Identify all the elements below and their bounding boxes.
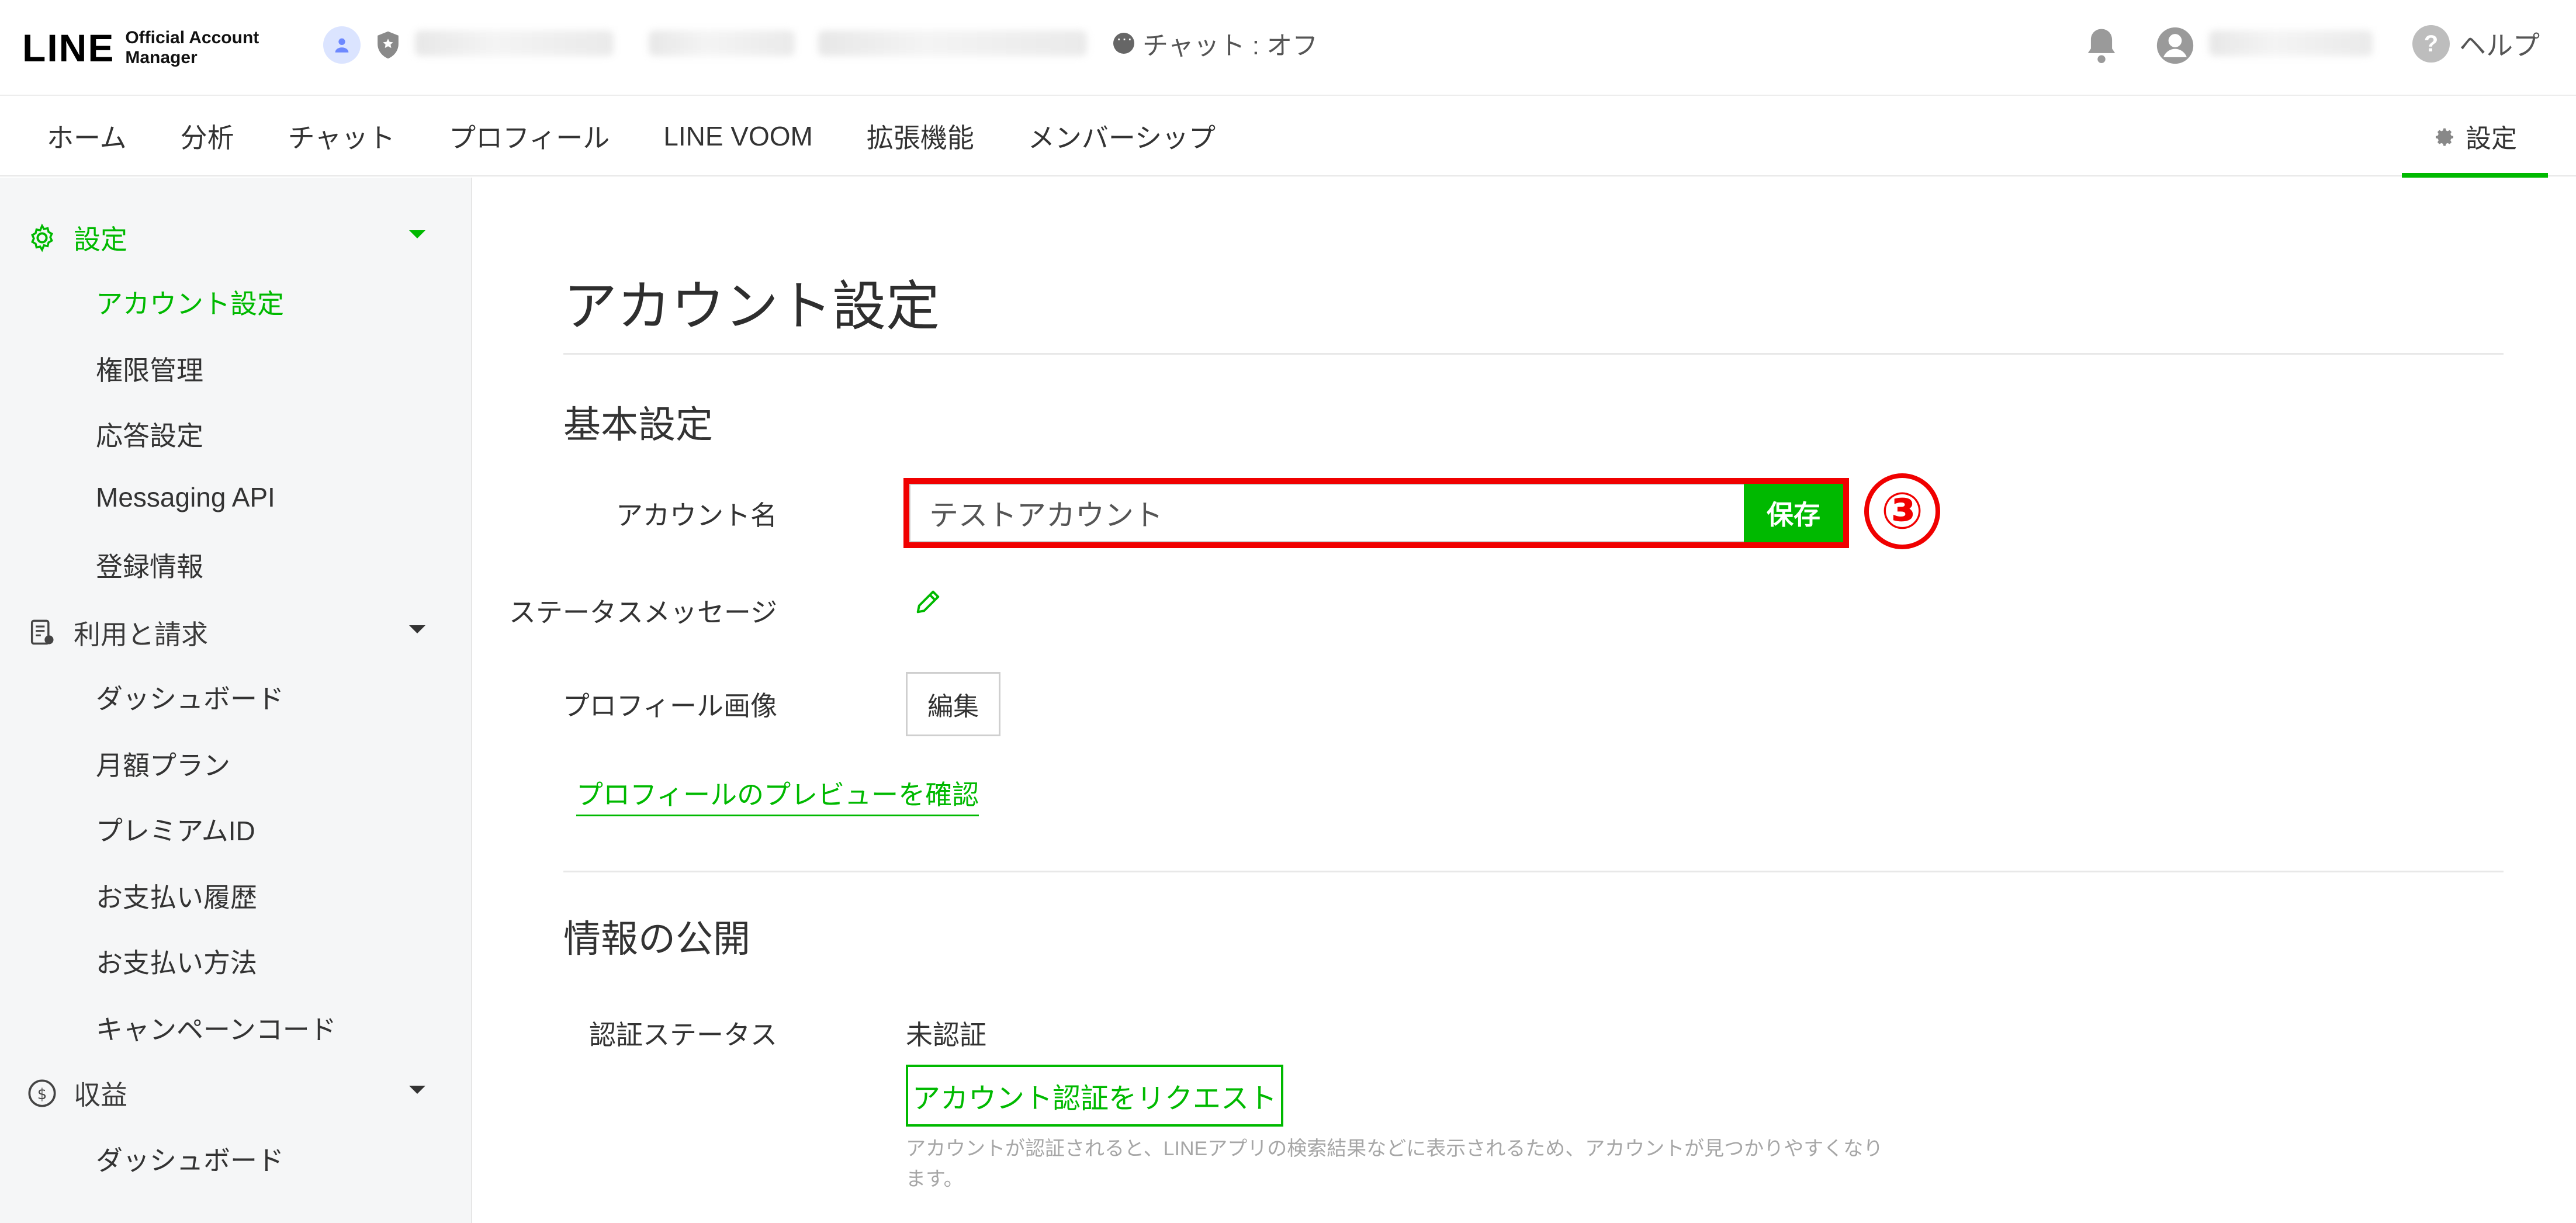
- profile-image-label: プロフィール画像: [562, 691, 777, 721]
- sidebar-item-campaign-code[interactable]: キャンペーンコード: [96, 1009, 337, 1047]
- nav-membership[interactable]: メンバーシップ: [1028, 117, 1216, 155]
- nav-line-voom[interactable]: LINE VOOM: [663, 120, 813, 152]
- chevron-down-icon: [409, 230, 425, 238]
- dollar-circle-icon: $: [28, 1079, 56, 1107]
- title-divider: [563, 353, 2504, 355]
- app-logo[interactable]: LINE Official Account Manager: [22, 22, 259, 74]
- active-tab-indicator: [2402, 173, 2548, 178]
- sidebar: 設定 アカウント設定 権限管理 応答設定 Messaging API 登録情報 …: [0, 178, 472, 1223]
- logo-subtitle-line1: Official Account: [125, 28, 259, 47]
- step-3-callout: ③: [1864, 473, 1940, 549]
- logo-subtitle-line2: Manager: [125, 48, 198, 67]
- account-id-blurred: [649, 30, 795, 56]
- logo-subtitle: Official Account Manager: [125, 28, 259, 68]
- nav-home[interactable]: ホーム: [47, 117, 127, 155]
- svg-text:$: $: [37, 1086, 47, 1103]
- sidebar-item-permissions[interactable]: 権限管理: [96, 349, 203, 388]
- pencil-icon[interactable]: [913, 587, 943, 617]
- save-button[interactable]: 保存: [1744, 484, 1843, 542]
- help-icon: ?: [2412, 25, 2450, 63]
- person-icon: [335, 38, 349, 53]
- help-label: ヘルプ: [2459, 30, 2540, 61]
- account-name-label: アカウント名: [616, 500, 777, 531]
- user-name-blurred: [2209, 30, 2373, 56]
- invoice-icon: [30, 619, 54, 645]
- nav-profile[interactable]: プロフィール: [449, 117, 610, 155]
- logo-line-text: LINE: [22, 26, 115, 70]
- user-avatar-icon[interactable]: [2155, 26, 2195, 65]
- profile-preview-link[interactable]: プロフィールのプレビューを確認: [576, 774, 979, 816]
- account-name-input[interactable]: テストアカウント: [909, 484, 1744, 542]
- page-title: アカウント設定: [563, 277, 940, 337]
- sidebar-item-registration-info[interactable]: 登録情報: [96, 546, 203, 584]
- account-extra-blurred: [818, 30, 1087, 56]
- edit-profile-image-button[interactable]: 編集: [906, 672, 1000, 736]
- sidebar-section-billing[interactable]: 利用と請求: [27, 614, 425, 652]
- nav-chat[interactable]: チャット: [288, 117, 396, 155]
- account-avatar-icon[interactable]: [323, 26, 361, 64]
- status-message-label: ステータスメッセージ: [508, 597, 777, 628]
- sidebar-item-premium-id[interactable]: プレミアムID: [96, 810, 255, 848]
- verification-status-label: 認証ステータス: [589, 1020, 777, 1050]
- section-public-info: 情報の公開: [563, 918, 750, 960]
- sidebar-item-revenue-dashboard[interactable]: ダッシュボード: [96, 1139, 284, 1178]
- help-link[interactable]: ? ヘルプ: [2412, 25, 2540, 63]
- chat-status-text: チャット : オフ: [1142, 32, 1318, 60]
- verified-shield-icon: [378, 31, 399, 59]
- sidebar-section-settings[interactable]: 設定: [27, 219, 425, 257]
- sidebar-item-response-settings[interactable]: 応答設定: [96, 415, 203, 453]
- sidebar-item-payment-method[interactable]: お支払い方法: [96, 942, 257, 981]
- sidebar-section-billing-label: 利用と請求: [74, 619, 208, 650]
- chat-status[interactable]: チャット : オフ: [1113, 25, 1318, 62]
- gear-icon: [2436, 128, 2453, 146]
- section-divider: [563, 871, 2504, 872]
- request-verification-button[interactable]: アカウント認証をリクエスト: [906, 1065, 1283, 1127]
- top-header: LINE Official Account Manager チャット : オフ …: [0, 0, 2576, 96]
- sidebar-section-revenue[interactable]: $ 収益: [27, 1074, 425, 1113]
- chevron-down-icon: [409, 1086, 425, 1094]
- sidebar-section-settings-label: 設定: [74, 224, 127, 255]
- main-nav: ホーム 分析 チャット プロフィール LINE VOOM 拡張機能 メンバーシッ…: [0, 96, 2576, 178]
- nav-settings[interactable]: 設定: [2402, 96, 2548, 178]
- sidebar-section-revenue-label: 収益: [74, 1080, 127, 1110]
- main-content: アカウント設定 基本設定 アカウント名 テストアカウント 保存 ③ ステータスメ…: [473, 178, 2576, 1223]
- nav-extensions[interactable]: 拡張機能: [867, 117, 974, 155]
- account-name-blurred: [415, 30, 614, 56]
- sidebar-item-messaging-api[interactable]: Messaging API: [96, 481, 275, 513]
- sidebar-item-payment-history[interactable]: お支払い履歴: [96, 876, 257, 915]
- section-basic-settings: 基本設定: [563, 404, 713, 446]
- nav-items: ホーム 分析 チャット プロフィール LINE VOOM 拡張機能 メンバーシッ…: [47, 96, 1216, 176]
- chevron-down-icon: [409, 625, 425, 633]
- sidebar-item-billing-dashboard[interactable]: ダッシュボード: [96, 678, 284, 716]
- notification-bell-icon[interactable]: [2083, 26, 2120, 65]
- nav-analytics[interactable]: 分析: [181, 117, 234, 155]
- sidebar-item-monthly-plan[interactable]: 月額プラン: [96, 744, 230, 783]
- account-name-highlight: テストアカウント 保存: [903, 478, 1849, 548]
- verification-help-text: アカウントが認証されると、LINEアプリの検索結果などに表示されるため、アカウン…: [906, 1138, 1883, 1190]
- settings-gear-icon: [31, 223, 53, 252]
- nav-settings-label: 設定: [2466, 124, 2517, 153]
- chat-bubble-icon: [1113, 29, 1134, 54]
- verification-status-value: 未認証: [906, 1020, 986, 1050]
- sidebar-item-account-settings[interactable]: アカウント設定: [96, 283, 284, 321]
